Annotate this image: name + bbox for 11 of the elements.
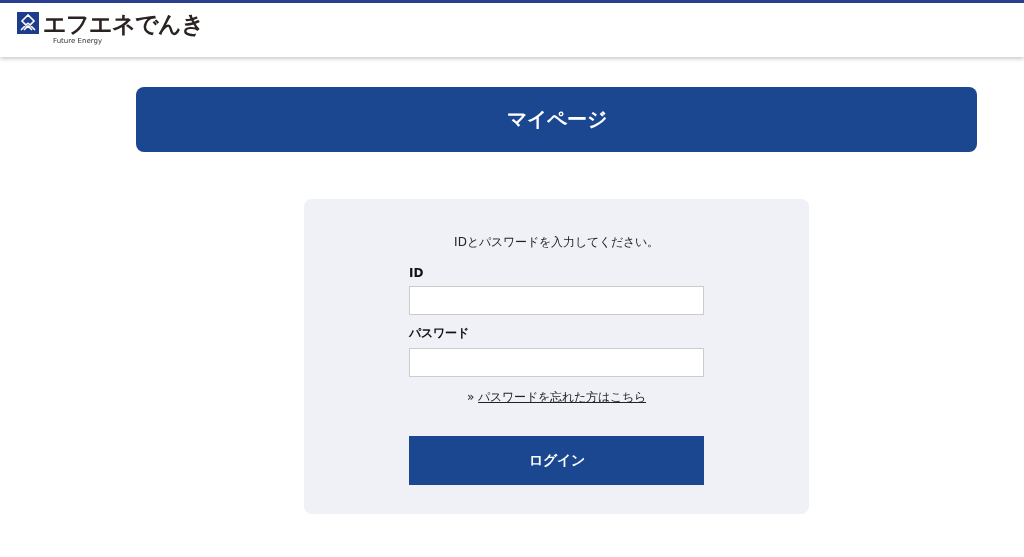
field-label: ID bbox=[409, 266, 425, 280]
login-button[interactable]: ログイン bbox=[409, 436, 704, 485]
forgot-password-link[interactable]: パスワードを忘れた方はこちら bbox=[478, 390, 647, 404]
instruction-text: IDとパスワードを入力してください。 bbox=[453, 234, 660, 251]
input-field[interactable] bbox=[409, 286, 704, 315]
chevron-icon: » bbox=[466, 390, 475, 404]
logo-icon bbox=[17, 12, 39, 34]
field-label: パスワード bbox=[409, 325, 470, 342]
input-field[interactable] bbox=[409, 348, 704, 377]
logo-text: エフエネでんき bbox=[43, 12, 204, 37]
page-banner: マイページ bbox=[136, 87, 977, 152]
